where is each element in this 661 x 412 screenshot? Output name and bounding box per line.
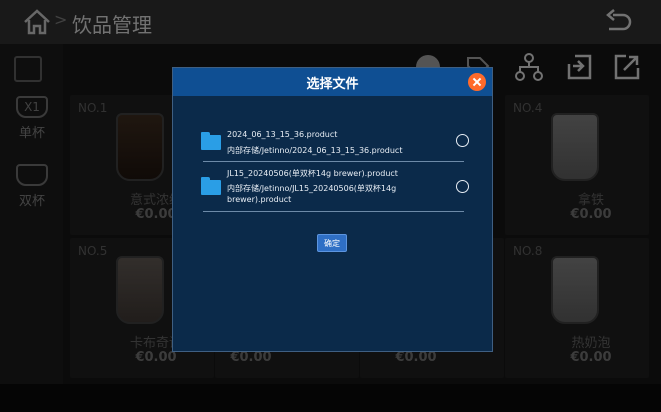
dialog-title: 选择文件 [306, 77, 359, 92]
file-name: 2024_06_13_15_36.product [227, 130, 338, 139]
folder-icon [201, 177, 221, 195]
dialog-header: 选择文件 [173, 68, 492, 96]
divider [203, 211, 464, 212]
file-path: 内部存储/Jetinno/2024_06_13_15_36.product [227, 146, 403, 155]
divider [203, 161, 464, 162]
select-file-dialog: 选择文件 2024_06_13_15_36.product 内部存储/Jetin… [172, 67, 493, 352]
file-path: 内部存储/Jetinno/JL15_20240506(单双杯14g brewer… [227, 184, 397, 204]
file-radio[interactable] [456, 134, 469, 147]
file-name: JL15_20240506(单双杯14g brewer).product [227, 169, 398, 178]
confirm-button[interactable]: 确定 [317, 234, 347, 252]
close-icon[interactable] [468, 73, 486, 91]
folder-icon [201, 132, 221, 150]
file-radio[interactable] [456, 180, 469, 193]
app-screen: > 饮品管理 X1 单杯 双杯 NO.1 意式浓缩 €0.00 NO.4 拿铁 … [0, 0, 661, 412]
